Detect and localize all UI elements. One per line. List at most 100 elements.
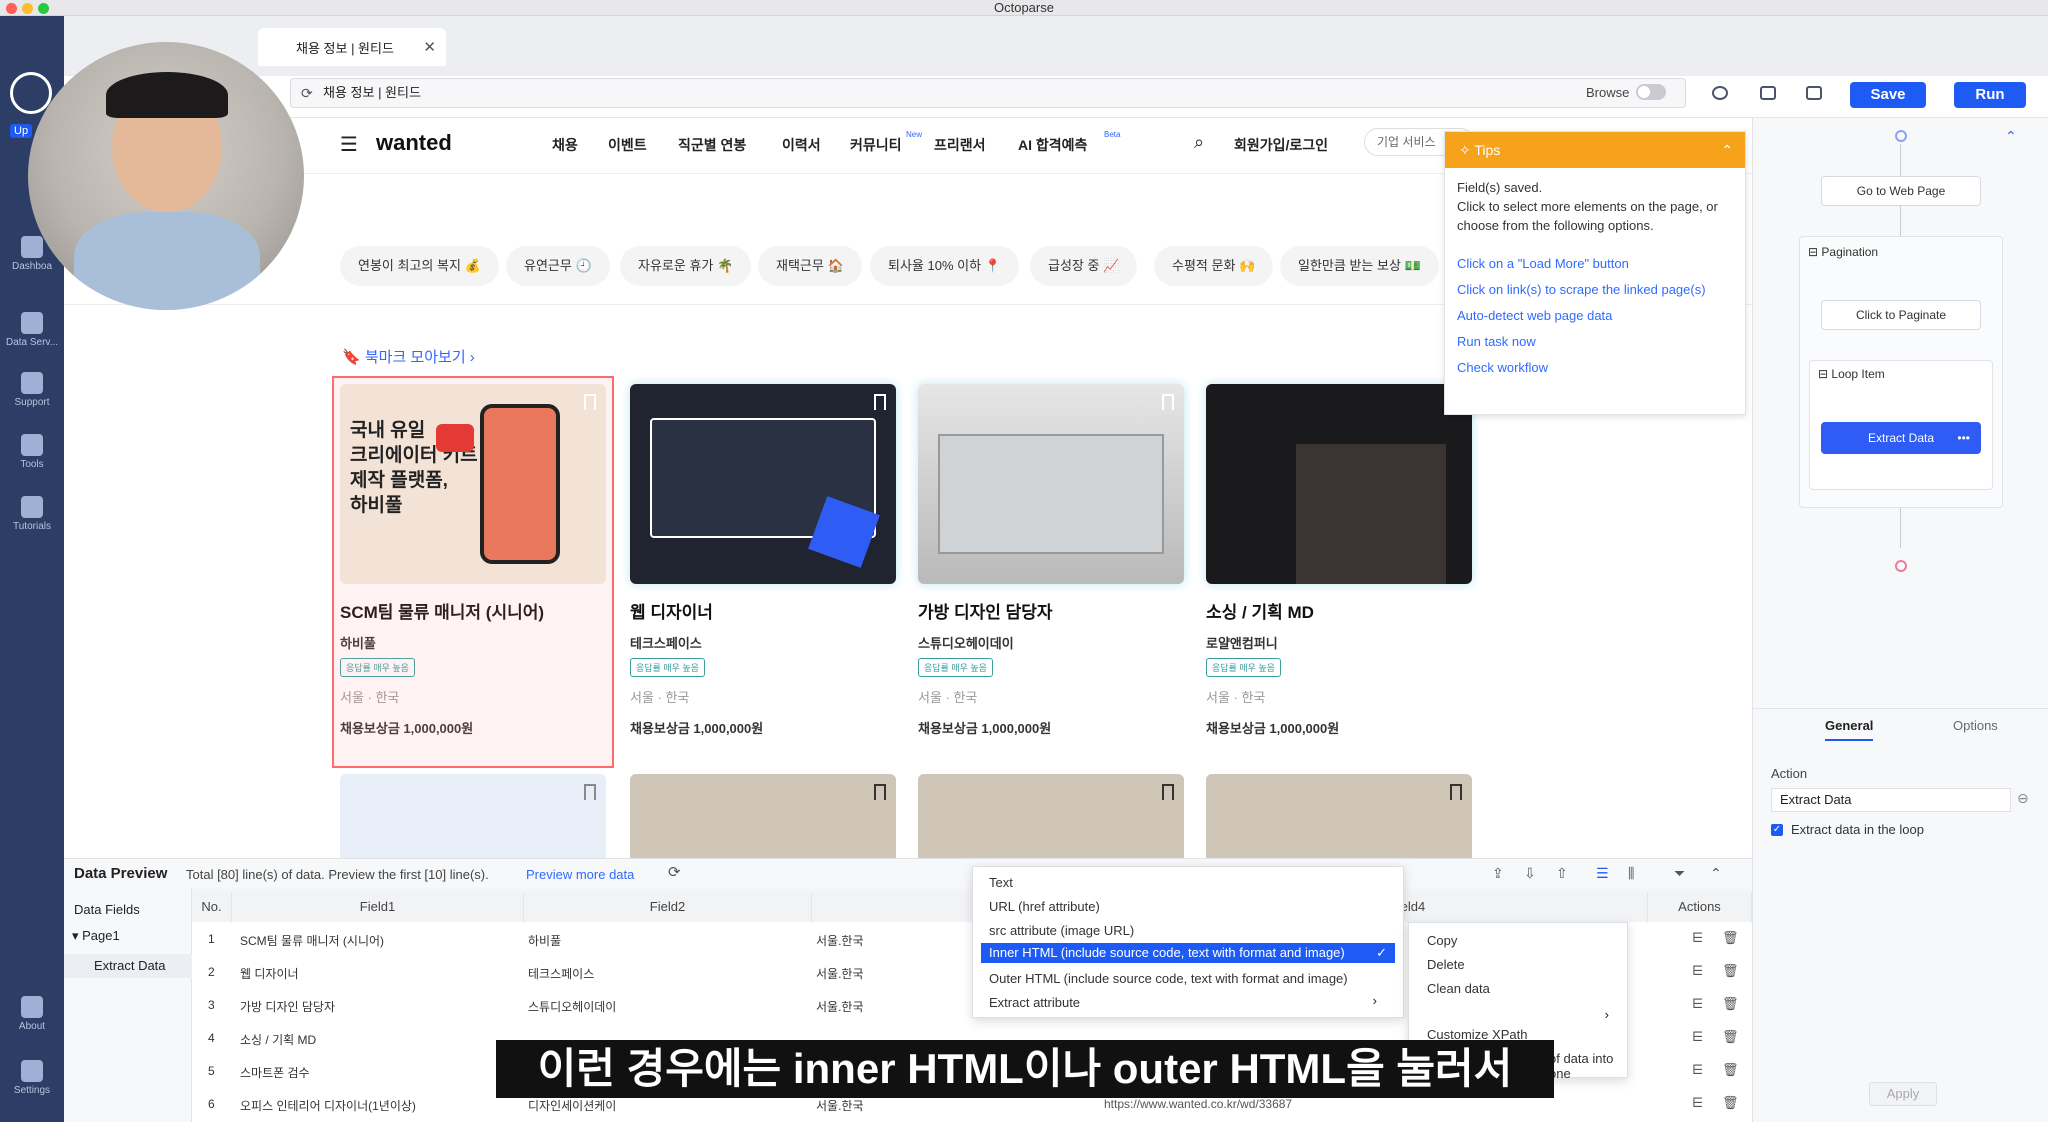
more-icon[interactable]: ••• [1957,423,1970,453]
tag-chip[interactable]: 퇴사율 10% 이하 📍 [870,246,1019,286]
maximize-window-icon[interactable] [38,3,49,14]
nav-salary[interactable]: 직군별 연봉 [678,135,746,155]
job-card[interactable]: 웹 디자이너 테크스페이스 응답률 매우 높음 서울 · 한국 채용보상금 1,… [630,384,896,737]
job-card[interactable]: 소싱 / 기획 MD 로얄앤컴퍼니 응답률 매우 높음 서울 · 한국 채용보상… [1206,384,1472,737]
minus-icon[interactable]: ⊖ [2017,790,2029,807]
job-card[interactable]: 국내 유일 크리에이터 키트 제작 플랫폼, 하비풀 SCM팀 물류 매니저 (… [332,376,614,768]
extract-data-node[interactable]: Extract Data ••• [1821,422,1981,454]
row-action-icon[interactable]: ⋿ [1692,963,1703,979]
tab-options[interactable]: Options [1953,718,1998,733]
delete-icon[interactable]: 🗑 [1722,930,1739,946]
list-view-icon[interactable]: ☰ [1596,865,1609,882]
job-thumbnail[interactable] [918,774,1184,858]
company-name[interactable]: 로얄앤컴퍼니 [1206,633,1472,652]
refresh-icon[interactable]: ⟳ [668,863,681,881]
menu-item-clean-data[interactable]: Clean data [1427,981,1490,996]
job-thumbnail[interactable] [918,384,1184,584]
upgrade-badge[interactable]: Up [10,124,33,138]
tag-chip[interactable]: 수평적 문화 🙌 [1154,246,1274,286]
panel-icon[interactable] [1806,86,1822,100]
preview-more-link[interactable]: Preview more data [526,867,634,882]
login-link[interactable]: 회원가입/로그인 [1234,135,1328,155]
tab-general[interactable]: General [1825,718,1874,741]
table-cell[interactable]: 하비풀 [528,932,561,949]
extract-data-tree-item[interactable]: Extract Data [64,954,192,978]
tip-auto-detect-link[interactable]: Auto-detect web page data [1457,308,1745,323]
table-cell[interactable]: 서울.한국 [816,1097,864,1114]
extract-loop-checkbox[interactable]: ✓ [1771,824,1783,836]
tip-check-workflow-link[interactable]: Check workflow [1457,360,1745,375]
close-tab-icon[interactable]: ✕ [423,38,436,56]
tag-chip[interactable]: 연봉이 최고의 복지 💰 [340,246,499,286]
menu-item-inner-html[interactable]: Inner HTML (include source code, text wi… [981,943,1395,963]
site-logo[interactable]: wanted [376,130,452,156]
nav-settings[interactable]: Settings [0,1060,64,1096]
menu-item-url[interactable]: URL (href attribute) [989,899,1100,914]
nav-data-service[interactable]: Data Serv... [0,312,64,348]
column-view-icon[interactable]: ⫼ [1628,865,1634,882]
row-action-icon[interactable]: ⋿ [1692,1095,1703,1111]
download-icon[interactable]: ⇩ [1524,865,1536,882]
save-button[interactable]: Save [1850,82,1926,108]
apply-button[interactable]: Apply [1869,1082,1937,1106]
nav-support[interactable]: Support [0,372,64,408]
layout-icon[interactable] [1760,86,1776,100]
tip-scrape-linked-link[interactable]: Click on link(s) to scrape the linked pa… [1457,282,1745,297]
menu-item-outer-html[interactable]: Outer HTML (include source code, text wi… [989,971,1348,986]
table-cell[interactable]: SCM팀 물류 매니저 (시니어) [240,932,384,949]
bookmark-icon[interactable] [874,394,886,410]
job-thumbnail[interactable] [630,384,896,584]
tag-chip[interactable]: 유연근무 🕘 [506,246,610,286]
tag-chip[interactable]: 자유로운 휴가 🌴 [620,246,752,286]
nav-resume[interactable]: 이력서 [782,135,821,155]
delete-icon[interactable]: 🗑 [1722,963,1739,979]
collapse-workflow-icon[interactable]: ⌃ [2005,128,2017,145]
table-cell[interactable]: 소싱 / 기획 MD [240,1031,316,1048]
action-field[interactable]: Extract Data [1771,788,2011,812]
job-title[interactable]: 가방 디자인 담당자 [918,598,1184,623]
table-cell-url[interactable]: https://www.wanted.co.kr/wd/33687 [1104,1097,1292,1111]
bookmark-icon[interactable] [1450,784,1462,800]
job-thumbnail[interactable] [1206,384,1472,584]
go-to-web-page-node[interactable]: Go to Web Page [1821,176,1981,206]
nav-jobs[interactable]: 채용 [552,135,578,155]
company-name[interactable]: 테크스페이스 [630,633,896,652]
table-cell[interactable]: 스마트폰 검수 [240,1064,310,1081]
nav-tools[interactable]: Tools [0,434,64,470]
delete-icon[interactable]: 🗑 [1722,1095,1739,1111]
bookmark-icon[interactable] [1162,784,1174,800]
menu-item-merge[interactable]: of data into one [1549,1051,1627,1081]
nav-events[interactable]: 이벤트 [608,135,647,155]
upload-icon[interactable]: ⇧ [1556,865,1568,882]
nav-tutorials[interactable]: Tutorials [0,496,64,532]
table-cell[interactable]: 서울.한국 [816,965,864,982]
job-thumbnail[interactable]: 국내 유일 크리에이터 키트 제작 플랫폼, 하비풀 [340,384,606,584]
job-thumbnail[interactable] [1206,774,1472,858]
bookmark-icon[interactable] [584,394,596,410]
bookmark-icon[interactable] [874,784,886,800]
hamburger-icon[interactable]: ☰ [340,132,358,157]
search-icon[interactable]: ⌕ [1194,132,1204,153]
row-action-icon[interactable]: ⋿ [1692,996,1703,1012]
nav-ai-predict[interactable]: AI 합격예측 [1018,135,1087,155]
click-to-paginate-node[interactable]: Click to Paginate [1821,300,1981,330]
nav-community[interactable]: 커뮤니티 [850,135,902,155]
tag-chip[interactable]: 일한만큼 받는 보상 💵 [1280,246,1439,286]
table-cell[interactable]: 웹 디자이너 [240,965,299,982]
column-header[interactable]: Field1 [232,892,524,922]
job-thumbnail[interactable] [340,774,606,858]
address-bar[interactable]: ⟳ 채용 정보 | 원티드 [290,78,1686,108]
collapse-preview-icon[interactable]: ⌃ [1710,865,1722,882]
tip-run-task-link[interactable]: Run task now [1457,334,1745,349]
browse-toggle[interactable] [1636,84,1666,100]
company-name[interactable]: 스튜디오헤이데이 [918,633,1184,652]
menu-item-extract-attribute[interactable]: Extract attribute [989,995,1080,1010]
bookmark-icon[interactable] [1162,394,1174,410]
export-icon[interactable]: ⇪ [1492,865,1504,882]
table-cell[interactable]: 디자인세이션케이 [528,1097,616,1114]
table-cell[interactable]: 가방 디자인 담당자 [240,998,335,1015]
job-card[interactable]: 가방 디자인 담당자 스튜디오헤이데이 응답률 매우 높음 서울 · 한국 채용… [918,384,1184,737]
bookmark-icon[interactable] [584,784,596,800]
filter-icon[interactable]: ⏷ [1674,865,1685,882]
table-cell[interactable]: 테크스페이스 [528,965,594,982]
